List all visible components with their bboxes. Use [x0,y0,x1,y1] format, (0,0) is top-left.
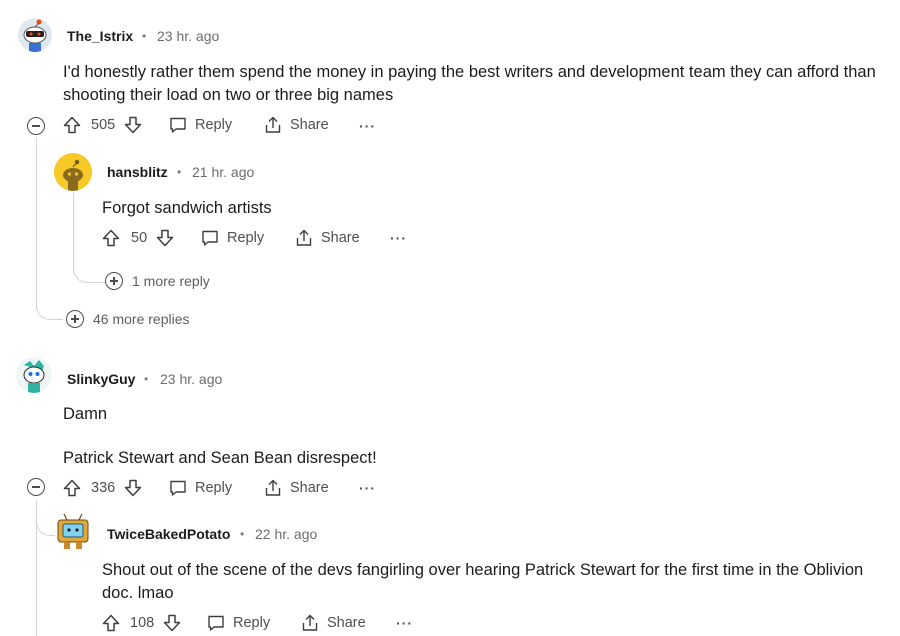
share-button[interactable]: Share [263,115,329,135]
vote-controls: 108 [101,613,182,633]
downvote-icon[interactable] [155,228,175,248]
separator-dot: • [144,372,149,386]
separator-dot: • [240,527,245,541]
share-icon [263,478,283,498]
share-label: Share [327,615,366,631]
avatar[interactable] [55,512,91,550]
more-replies-label: 1 more reply [132,273,210,289]
comment-icon [168,478,188,498]
comment-body: I'd honestly rather them spend the money… [63,63,876,104]
username[interactable]: The_Istrix [67,28,133,44]
vote-count: 108 [130,615,155,631]
upvote-icon[interactable] [62,478,82,498]
comment-body: Forgot sandwich artists [102,199,272,217]
vote-count: 50 [131,230,148,246]
reply-label: Reply [233,615,271,631]
thread-line [73,193,74,273]
comment-body-paragraph: Damn [63,405,108,423]
timestamp[interactable]: 22 hr. ago [255,526,317,542]
more-options-icon[interactable]: ··· [396,615,413,631]
downvote-icon[interactable] [123,115,143,135]
timestamp[interactable]: 21 hr. ago [192,164,254,180]
comment-body-paragraph: Patrick Stewart and Sean Bean disrespect… [63,449,377,467]
share-button[interactable]: Share [263,478,329,498]
snoo-avatar-icon [54,153,92,191]
reply-button[interactable]: Reply [168,115,232,135]
comment-icon [206,613,226,633]
vote-controls: 505 [62,115,143,135]
thread-connector [36,515,57,536]
comment-icon [168,115,188,135]
share-button[interactable]: Share [294,228,360,248]
downvote-icon[interactable] [123,478,143,498]
separator-dot: • [142,29,147,43]
reply-button[interactable]: Reply [206,613,270,633]
comment-icon [200,228,220,248]
vote-count: 336 [91,480,116,496]
collapse-icon[interactable] [27,117,45,135]
more-replies-label: 46 more replies [93,311,190,327]
more-replies-link[interactable]: 1 more reply [105,272,210,290]
avatar[interactable] [54,153,92,191]
reply-button[interactable]: Reply [168,478,232,498]
expand-icon [105,272,123,290]
snoo-avatar-icon [18,18,52,52]
expand-icon [66,310,84,328]
share-label: Share [290,480,329,496]
username[interactable]: hansblitz [107,164,168,180]
share-icon [300,613,320,633]
share-label: Share [290,117,329,133]
snoo-avatar-icon [16,357,52,393]
more-options-icon[interactable]: ··· [359,480,376,496]
vote-count: 505 [91,117,116,133]
downvote-icon[interactable] [162,613,182,633]
reply-button[interactable]: Reply [200,228,264,248]
reply-label: Reply [195,480,233,496]
timestamp[interactable]: 23 hr. ago [160,371,222,387]
avatar[interactable] [18,18,52,52]
thread-connector [73,265,106,283]
share-icon [263,115,283,135]
separator-dot: • [177,165,182,179]
vote-controls: 50 [101,228,175,248]
thread-connector [36,300,63,320]
upvote-icon[interactable] [62,115,82,135]
username[interactable]: TwiceBakedPotato [107,526,230,542]
avatar[interactable] [16,357,52,393]
thread-line [36,138,37,310]
timestamp[interactable]: 23 hr. ago [157,28,219,44]
vote-controls: 336 [62,478,143,498]
share-button[interactable]: Share [300,613,366,633]
username[interactable]: SlinkyGuy [67,371,135,387]
share-icon [294,228,314,248]
comment-body: Shout out of the scene of the devs fangi… [102,561,864,602]
upvote-icon[interactable] [101,228,121,248]
more-options-icon[interactable]: ··· [390,230,407,246]
collapse-icon[interactable] [27,478,45,496]
more-options-icon[interactable]: ··· [359,118,376,134]
share-label: Share [321,230,360,246]
robot-avatar-icon [57,513,89,549]
reply-label: Reply [227,230,265,246]
upvote-icon[interactable] [101,613,121,633]
reply-label: Reply [195,117,233,133]
more-replies-link[interactable]: 46 more replies [66,310,190,328]
